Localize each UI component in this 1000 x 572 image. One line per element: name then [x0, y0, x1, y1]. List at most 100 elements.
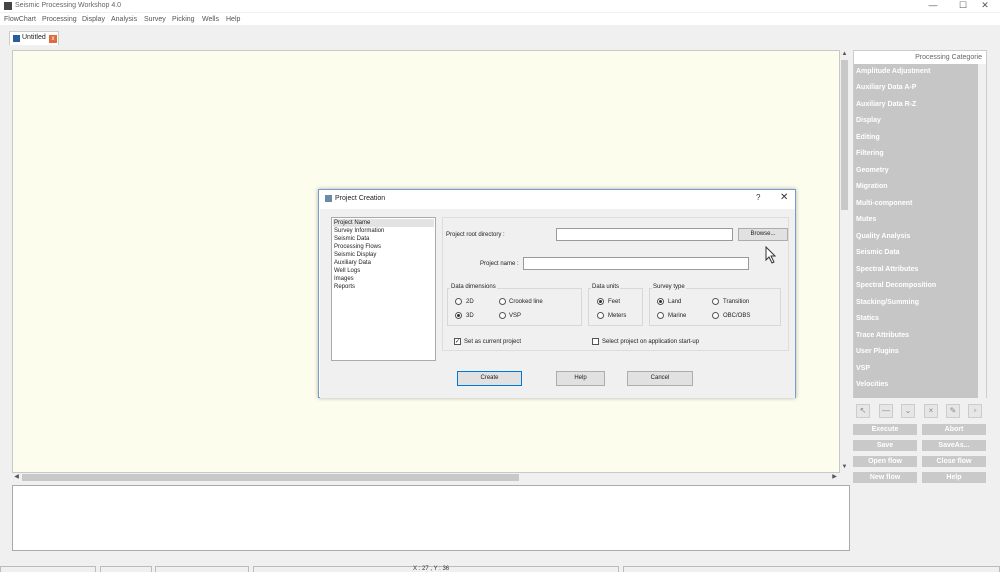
new-flow-button[interactable]: New flow	[853, 472, 917, 483]
dimension-vsp-radio[interactable]	[499, 312, 506, 319]
canvas-vertical-scrollbar[interactable]: ▲ ▼	[840, 50, 849, 473]
select-on-startup-label: Select project on application start-up	[602, 339, 700, 345]
nav-item-reports[interactable]: Reports	[334, 283, 355, 291]
menu-display[interactable]: Display	[82, 15, 105, 24]
data-units-title: Data units	[591, 283, 621, 291]
category-item[interactable]: Filtering	[856, 149, 884, 159]
scroll-up-icon[interactable]: ▲	[840, 50, 849, 59]
category-item[interactable]: Editing	[856, 133, 880, 143]
menu-analysis[interactable]: Analysis	[111, 15, 137, 24]
dimension-3d-label: 3D	[466, 313, 474, 319]
window-title: Seismic Processing Workshop 4.0	[15, 2, 122, 9]
cancel-button[interactable]: Cancel	[627, 371, 693, 386]
data-units-group	[588, 288, 643, 326]
open-flow-button[interactable]: Open flow	[853, 456, 917, 467]
pointer-tool-icon[interactable]: ↖	[856, 404, 870, 418]
tab-close-icon[interactable]: x	[49, 35, 57, 43]
status-segment	[0, 566, 96, 572]
scrollbar-thumb[interactable]	[841, 60, 848, 210]
log-pane[interactable]	[12, 485, 850, 551]
nav-item-well-logs[interactable]: Well Logs	[334, 267, 360, 275]
category-item[interactable]: Display	[856, 116, 881, 126]
category-item[interactable]: Quality Analysis	[856, 232, 910, 242]
categories-list: Amplitude Adjustment Auxiliary Data A-P …	[854, 64, 978, 398]
categories-scrollbar[interactable]	[978, 64, 986, 398]
category-item[interactable]: Amplitude Adjustment	[856, 67, 930, 77]
menu-survey[interactable]: Survey	[144, 15, 166, 24]
category-item[interactable]: Velocities	[856, 380, 888, 390]
page-tool-icon[interactable]: ▫	[968, 404, 982, 418]
nav-item-processing-flows[interactable]: Processing Flows	[334, 243, 381, 251]
category-item[interactable]: Mutes	[856, 215, 876, 225]
down-tool-icon[interactable]: ⌄	[901, 404, 915, 418]
abort-button[interactable]: Abort	[922, 424, 986, 435]
category-item[interactable]: Seismic Data	[856, 248, 900, 258]
category-item[interactable]: Statics	[856, 314, 879, 324]
category-item[interactable]: Migration	[856, 182, 888, 192]
dimension-2d-radio[interactable]	[455, 298, 462, 305]
set-current-project-checkbox[interactable]: ✓	[454, 338, 461, 345]
menu-help[interactable]: Help	[226, 15, 240, 24]
category-item[interactable]: Stacking/Summing	[856, 298, 919, 308]
category-item[interactable]: Auxiliary Data R-Z	[856, 100, 916, 110]
select-on-startup-checkbox[interactable]	[592, 338, 599, 345]
status-segment	[623, 566, 1000, 572]
project-creation-dialog: Project Creation ? ✕ Project Name Survey…	[318, 189, 796, 398]
category-item[interactable]: Spectral Attributes	[856, 265, 918, 275]
menu-processing[interactable]: Processing	[42, 15, 77, 24]
dialog-help-button[interactable]: Help	[556, 371, 605, 386]
tab-untitled[interactable]: Untitled x	[9, 31, 59, 45]
dialog-icon	[325, 195, 332, 202]
dialog-nav-list: Project Name Survey Information Seismic …	[331, 217, 436, 361]
browse-button[interactable]: Browse...	[738, 228, 788, 241]
category-item[interactable]: Auxiliary Data A-P	[856, 83, 916, 93]
dimension-3d-radio[interactable]	[455, 312, 462, 319]
dimension-crooked-line-radio[interactable]	[499, 298, 506, 305]
scroll-right-icon[interactable]: ▶	[830, 473, 839, 482]
minimize-button[interactable]: —	[918, 0, 948, 12]
close-window-button[interactable]: ✕	[970, 0, 1000, 12]
category-item[interactable]: Spectral Decomposition	[856, 281, 936, 291]
nav-item-auxiliary-data[interactable]: Auxiliary Data	[334, 259, 371, 267]
scroll-left-icon[interactable]: ◀	[12, 473, 21, 482]
canvas-horizontal-scrollbar[interactable]: ◀ ▶	[12, 473, 840, 482]
processing-categories-panel: Processing Categorie Amplitude Adjustmen…	[853, 50, 987, 398]
close-flow-button[interactable]: Close flow	[922, 456, 986, 467]
save-as-button[interactable]: SaveAs...	[922, 440, 986, 451]
menu-wells[interactable]: Wells	[202, 15, 219, 24]
save-button[interactable]: Save	[853, 440, 917, 451]
edit-tool-icon[interactable]: ✎	[946, 404, 960, 418]
category-item[interactable]: User Plugins	[856, 347, 899, 357]
category-item[interactable]: Multi-component	[856, 199, 912, 209]
survey-obc-radio[interactable]	[712, 312, 719, 319]
root-directory-input[interactable]	[556, 228, 733, 241]
title-bar: Seismic Processing Workshop 4.0 — ☐ ✕	[0, 0, 1000, 12]
nav-item-project-name[interactable]: Project Name	[334, 219, 370, 227]
units-feet-radio[interactable]	[597, 298, 604, 305]
create-button[interactable]: Create	[457, 371, 522, 386]
category-item[interactable]: Trace Attributes	[856, 331, 909, 341]
survey-land-radio[interactable]	[657, 298, 664, 305]
nav-item-seismic-data[interactable]: Seismic Data	[334, 235, 369, 243]
menu-flowchart[interactable]: FlowChart	[4, 15, 36, 24]
category-item[interactable]: VSP	[856, 364, 870, 374]
help-button[interactable]: Help	[922, 472, 986, 483]
delete-tool-icon[interactable]: ×	[924, 404, 938, 418]
survey-transition-radio[interactable]	[712, 298, 719, 305]
category-item[interactable]: Geometry	[856, 166, 889, 176]
nav-item-survey-information[interactable]: Survey Information	[334, 227, 384, 235]
dialog-close-icon[interactable]: ✕	[780, 192, 788, 203]
scrollbar-thumb[interactable]	[22, 474, 519, 481]
units-meters-radio[interactable]	[597, 312, 604, 319]
nav-item-images[interactable]: Images	[334, 275, 354, 283]
survey-obc-label: OBC/OBS	[723, 313, 751, 319]
scroll-down-icon[interactable]: ▼	[840, 463, 849, 472]
remove-tool-icon[interactable]: —	[879, 404, 893, 418]
survey-marine-radio[interactable]	[657, 312, 664, 319]
dialog-help-icon[interactable]: ?	[756, 193, 760, 202]
execute-button[interactable]: Execute	[853, 424, 917, 435]
menu-picking[interactable]: Picking	[172, 15, 195, 24]
nav-item-seismic-display[interactable]: Seismic Display	[334, 251, 376, 259]
survey-type-title: Survey type	[652, 283, 686, 291]
project-name-input[interactable]	[523, 257, 749, 270]
